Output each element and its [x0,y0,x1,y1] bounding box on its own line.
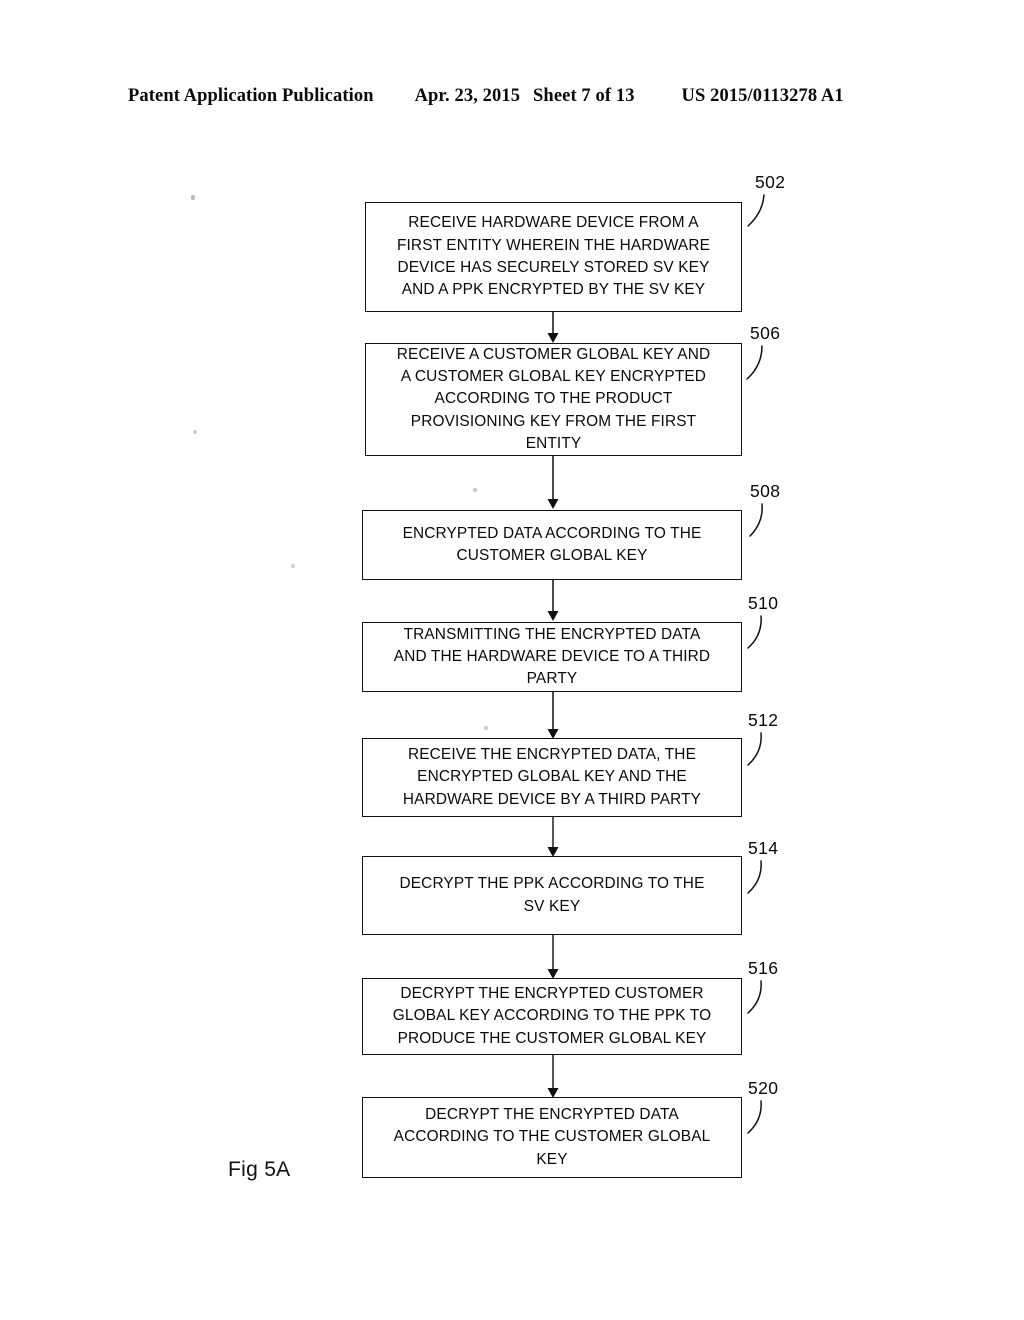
ref-numeral-514: 514 [748,838,779,858]
ref-numeral-508: 508 [750,481,781,501]
ref-leader-516 [747,980,762,1014]
flowchart-step-506-text: RECEIVE A CUSTOMER GLOBAL KEY AND A CUST… [396,345,711,452]
flowchart-step-502-text: RECEIVE HARDWARE DEVICE FROM A FIRST ENT… [396,214,711,299]
scan-speck [193,430,197,434]
flowchart-step-506[interactable]: RECEIVE A CUSTOMER GLOBAL KEY AND A CUST… [365,343,742,456]
ref-leader-520 [747,1100,762,1134]
ref-leader-508 [749,503,763,537]
ref-numeral-506: 506 [750,323,781,343]
scan-speck [191,195,195,200]
scan-speck [291,564,295,568]
connector-502-to-506 [547,312,559,343]
ref-numeral-512: 512 [748,710,779,730]
connector-508-to-510 [547,580,559,621]
scan-speck [484,726,488,730]
scan-speck [473,488,477,492]
ref-numeral-510: 510 [748,593,779,613]
ref-numeral-520: 520 [748,1078,779,1098]
flowchart-diagram: RECEIVE HARDWARE DEVICE FROM A FIRST ENT… [0,0,1024,1320]
connector-506-to-508 [547,456,559,509]
flowchart-step-510[interactable]: TRANSMITTING THE ENCRYPTED DATA AND THE … [362,622,742,692]
connector-512-to-514 [547,817,559,857]
ref-leader-514 [747,860,762,894]
flowchart-step-514[interactable]: DECRYPT THE PPK ACCORDING TO THE SV KEY [362,856,742,935]
flowchart-step-510-text: TRANSMITTING THE ENCRYPTED DATA AND THE … [393,625,711,688]
ref-leader-510 [747,615,762,649]
ref-numeral-516: 516 [748,958,779,978]
flowchart-step-516[interactable]: DECRYPT THE ENCRYPTED CUSTOMER GLOBAL KE… [362,978,742,1055]
ref-leader-502 [747,194,765,227]
flowchart-step-514-text: DECRYPT THE PPK ACCORDING TO THE SV KEY [399,875,705,915]
flowchart-step-502[interactable]: RECEIVE HARDWARE DEVICE FROM A FIRST ENT… [365,202,742,312]
connector-514-to-516 [547,935,559,979]
flowchart-step-512-text: RECEIVE THE ENCRYPTED DATA, THE ENCRYPTE… [402,746,702,808]
ref-leader-512 [747,732,762,766]
connector-516-to-520 [547,1055,559,1098]
flowchart-step-520-text: DECRYPT THE ENCRYPTED DATA ACCORDING TO … [393,1106,711,1168]
flowchart-step-508[interactable]: ENCRYPTED DATA ACCORDING TO THE CUSTOMER… [362,510,742,580]
connector-510-to-512 [547,692,559,739]
figure-caption: Fig 5A [228,1158,291,1181]
ref-numeral-502: 502 [755,172,786,192]
flowchart-step-520[interactable]: DECRYPT THE ENCRYPTED DATA ACCORDING TO … [362,1097,742,1178]
flowchart-step-516-text: DECRYPT THE ENCRYPTED CUSTOMER GLOBAL KE… [392,985,712,1047]
ref-leader-506 [746,345,763,380]
flowchart-step-512[interactable]: RECEIVE THE ENCRYPTED DATA, THE ENCRYPTE… [362,738,742,817]
flowchart-step-508-text: ENCRYPTED DATA ACCORDING TO THE CUSTOMER… [402,524,702,564]
